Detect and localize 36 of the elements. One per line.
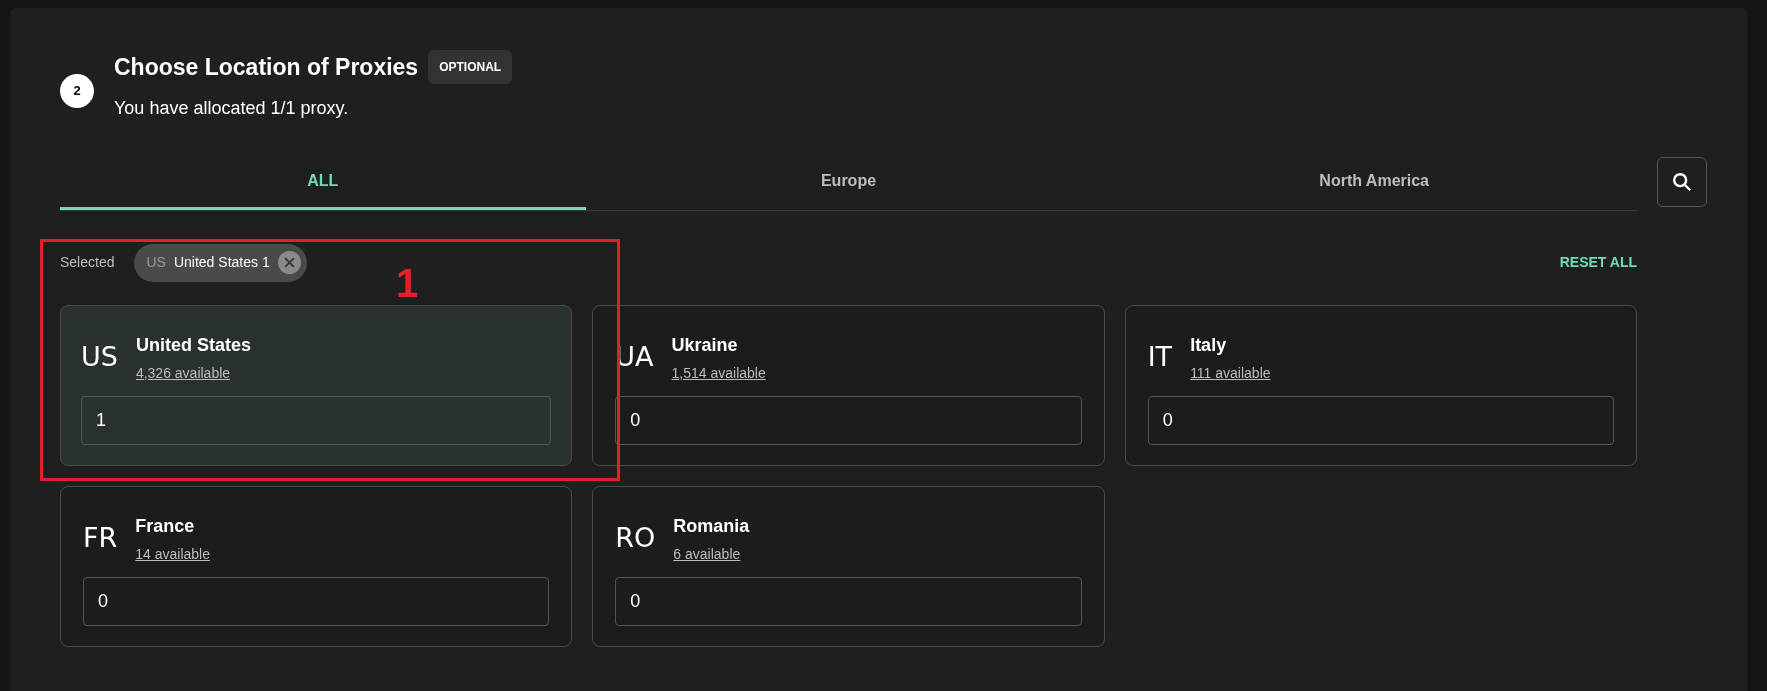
availability-link[interactable]: 1,514 available xyxy=(671,362,766,384)
quantity-input[interactable]: 0 xyxy=(83,576,550,626)
search-button[interactable] xyxy=(1657,156,1707,207)
close-icon xyxy=(283,257,295,268)
chip-label: United States 1 xyxy=(173,253,270,272)
reset-all-link[interactable]: RESET ALL xyxy=(1559,252,1637,273)
step-number: 2 xyxy=(60,74,94,108)
remove-chip-button[interactable] xyxy=(277,251,301,274)
region-tab[interactable]: North America xyxy=(1111,155,1637,210)
allocation-text: You have allocated 1/1 proxy. xyxy=(114,96,350,120)
section-title: Choose Location of Proxies xyxy=(114,53,419,82)
country-code: US xyxy=(81,340,118,375)
quantity-input[interactable]: 1 xyxy=(81,395,552,445)
country-card[interactable]: FR France 14 available 0 xyxy=(60,485,573,647)
country-code: RO xyxy=(615,521,656,556)
quantity-input[interactable]: 0 xyxy=(615,395,1082,445)
country-name: France xyxy=(135,514,196,538)
availability-link[interactable]: 14 available xyxy=(135,543,211,565)
country-name: Romania xyxy=(673,514,750,538)
quantity-input[interactable]: 0 xyxy=(1147,395,1614,445)
country-name: Ukraine xyxy=(671,333,739,357)
availability-link[interactable]: 4,326 available xyxy=(135,362,251,384)
country-code: IT xyxy=(1147,340,1173,375)
country-name: United States xyxy=(135,333,251,357)
quantity-input[interactable]: 0 xyxy=(615,576,1082,626)
country-code: FR xyxy=(83,521,118,556)
region-tab[interactable]: Europe xyxy=(585,155,1112,210)
availability-link[interactable]: 111 available xyxy=(1190,362,1271,384)
country-name: Italy xyxy=(1190,333,1228,357)
region-tab[interactable]: ALL xyxy=(60,155,586,210)
availability-link[interactable]: 6 available xyxy=(673,543,750,565)
optional-badge: OPTIONAL xyxy=(428,50,513,85)
selected-label: Selected xyxy=(60,253,115,272)
chip-code: US xyxy=(146,253,166,272)
annotation-number: 1 xyxy=(396,259,419,307)
search-icon xyxy=(1671,170,1693,193)
